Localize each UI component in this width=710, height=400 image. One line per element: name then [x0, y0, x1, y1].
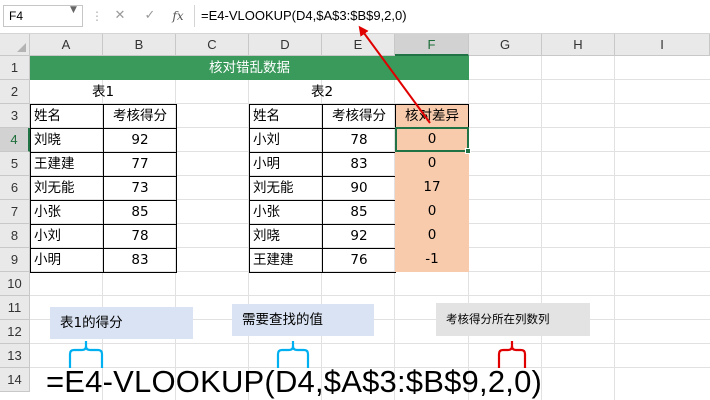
row-header-6[interactable]: 6	[0, 176, 30, 200]
column-header-a[interactable]: A	[30, 34, 103, 56]
table2-cell[interactable]: 刘无能	[249, 176, 323, 201]
insert-function-icon[interactable]: fx	[168, 5, 188, 27]
column-header-e[interactable]: E	[322, 34, 395, 56]
table1-cell[interactable]: 85	[103, 200, 177, 225]
table2-cell[interactable]: 85	[322, 200, 396, 225]
table2-cell[interactable]: 92	[322, 224, 396, 249]
select-all-corner[interactable]	[0, 34, 30, 56]
diff-cell[interactable]: -1	[395, 248, 469, 272]
column-header-b[interactable]: B	[103, 34, 176, 56]
more-icon: ⋮	[91, 9, 103, 23]
column-header-c[interactable]: C	[176, 34, 249, 56]
cancel-icon[interactable]: ✕	[110, 5, 130, 27]
diff-cell[interactable]: 0	[395, 200, 469, 224]
table1-cell[interactable]: 78	[103, 224, 177, 249]
row-header-11[interactable]: 11	[0, 296, 30, 320]
row-header-5[interactable]: 5	[0, 152, 30, 176]
table2-cell[interactable]: 小明	[249, 152, 323, 177]
table1-header-score[interactable]: 考核得分	[103, 104, 177, 129]
column-header-g[interactable]: G	[469, 34, 542, 56]
column-header-i[interactable]: I	[615, 34, 710, 56]
chevron-down-icon[interactable]: ▼	[70, 5, 77, 15]
table2-cell[interactable]: 78	[322, 128, 396, 153]
annotation-table1-score: 表1的得分	[50, 307, 193, 339]
table1-cell[interactable]: 刘无能	[30, 176, 104, 201]
sheet-title[interactable]: 核对错乱数据	[30, 56, 469, 80]
column-header-f[interactable]: F	[395, 34, 469, 56]
table2-header-diff[interactable]: 核对差异	[395, 104, 469, 129]
formula-bar: F4 ▼ ⋮ ✕ ✓ fx =E4-VLOOKUP(D4,$A$3:$B$9,2…	[0, 0, 710, 34]
formula-callout: =E4-VLOOKUP(D4,$A$3:$B$9,2,0)	[46, 364, 543, 399]
table1-cell[interactable]: 王建建	[30, 152, 104, 177]
table2-cell[interactable]: 刘晓	[249, 224, 323, 249]
diff-cell[interactable]: 0	[395, 224, 469, 248]
table2-cell[interactable]: 90	[322, 176, 396, 201]
table1-cell[interactable]: 83	[103, 248, 177, 273]
column-header-d[interactable]: D	[249, 34, 322, 56]
row-header-4[interactable]: 4	[0, 128, 30, 152]
table2-cell[interactable]: 小张	[249, 200, 323, 225]
column-header-h[interactable]: H	[542, 34, 615, 56]
table1-cell[interactable]: 92	[103, 128, 177, 153]
row-header-14[interactable]: 14	[0, 368, 30, 392]
row-header-1[interactable]: 1	[0, 56, 30, 80]
table2-cell[interactable]: 王建建	[249, 248, 323, 273]
table1-cell[interactable]: 小张	[30, 200, 104, 225]
table1-cell[interactable]: 小刘	[30, 224, 104, 249]
row-header-13[interactable]: 13	[0, 344, 30, 368]
diff-cell[interactable]: 0	[395, 152, 469, 176]
table2-header-name[interactable]: 姓名	[249, 104, 323, 129]
active-cell-outline	[395, 127, 469, 152]
row-header-12[interactable]: 12	[0, 320, 30, 344]
table2-cell[interactable]: 83	[322, 152, 396, 177]
row-header-3[interactable]: 3	[0, 104, 30, 128]
row-header-8[interactable]: 8	[0, 224, 30, 248]
table2-cell[interactable]: 76	[322, 248, 396, 273]
row-header-2[interactable]: 2	[0, 80, 30, 104]
row-header-9[interactable]: 9	[0, 248, 30, 272]
table1-cell[interactable]: 刘晓	[30, 128, 104, 153]
table2-caption[interactable]: 表2	[249, 80, 395, 104]
row-header-10[interactable]: 10	[0, 272, 30, 296]
table1-cell[interactable]: 小明	[30, 248, 104, 273]
row-header-7[interactable]: 7	[0, 200, 30, 224]
annotation-lookup-value: 需要查找的值	[232, 304, 374, 336]
confirm-icon[interactable]: ✓	[140, 5, 160, 27]
table1-header-name[interactable]: 姓名	[30, 104, 104, 129]
table2-header-score[interactable]: 考核得分	[322, 104, 396, 129]
table1-cell[interactable]: 73	[103, 176, 177, 201]
table1-caption[interactable]: 表1	[30, 80, 176, 104]
diff-cell[interactable]: 17	[395, 176, 469, 200]
table2-cell[interactable]: 小刘	[249, 128, 323, 153]
fill-handle[interactable]	[465, 148, 471, 154]
formula-input[interactable]: =E4-VLOOKUP(D4,$A$3:$B$9,2,0)	[194, 5, 710, 27]
table1-cell[interactable]: 77	[103, 152, 177, 177]
annotation-column-index: 考核得分所在列数列	[436, 303, 590, 336]
